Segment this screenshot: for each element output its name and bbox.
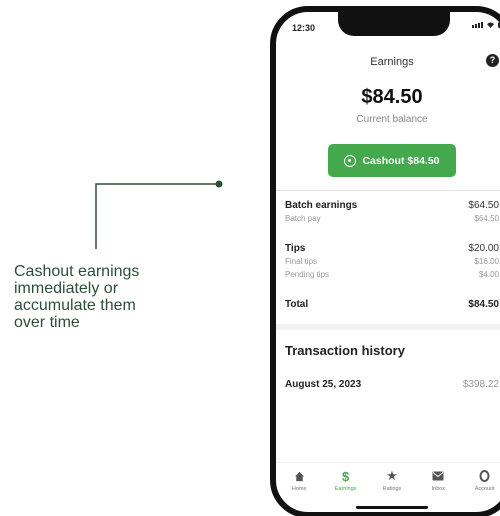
cashout-button-label: Cashout $84.50 [362, 154, 440, 167]
cashout-button[interactable]: Cashout $84.50 [328, 144, 456, 177]
callout-line-3: accumulate them [14, 297, 136, 314]
home-icon [294, 469, 305, 483]
final-tips-value: $16.00 [474, 257, 499, 266]
tab-account[interactable]: Account [465, 463, 500, 502]
batch-earnings-label: Batch earnings [285, 200, 358, 211]
tab-label: Ratings [382, 486, 402, 492]
status-time: 12:30 [292, 23, 316, 33]
status-icons [472, 21, 500, 28]
batch-earnings-value: $64.50 [468, 200, 499, 211]
transaction-history-title: Transaction history [285, 343, 405, 358]
help-icon[interactable]: ? [486, 54, 499, 67]
final-tips-label: Final tips [285, 257, 318, 266]
total-value: $84.50 [468, 299, 499, 310]
phone-frame: 12:30 Earnings ? $84.50 Current balance … [270, 6, 500, 516]
divider [276, 190, 500, 191]
total-label: Total [285, 299, 309, 310]
balance-amount: $84.50 [361, 86, 423, 108]
tab-label: Inbox [431, 486, 446, 492]
page-title: Earnings [370, 56, 414, 68]
home-indicator [356, 506, 428, 509]
account-icon [479, 469, 490, 483]
batch-pay-row: Batch pay $64.50 [285, 214, 499, 223]
callout-line-4: over time [14, 314, 80, 331]
callout-text: Cashout earnings immediately or accumula… [14, 263, 204, 331]
inbox-icon [432, 469, 444, 483]
pending-tips-value: $4.00 [478, 270, 499, 279]
tab-bar: Home $ Earnings ★ Ratings Inbox Account [276, 462, 500, 502]
total-row: Total $84.50 [285, 299, 499, 310]
tab-label: Earnings [334, 486, 357, 492]
tips-label: Tips [285, 243, 306, 254]
tab-ratings[interactable]: ★ Ratings [372, 463, 412, 502]
batch-pay-value: $64.50 [474, 214, 499, 223]
callout-line-2: immediately or [14, 280, 119, 297]
wifi-icon [487, 22, 494, 28]
star-icon: ★ [386, 468, 398, 483]
final-tips-row: Final tips $16.00 [285, 257, 499, 266]
pending-tips-row: Pending tips $4.00 [285, 270, 499, 279]
tips-row: Tips $20.00 [285, 243, 499, 254]
phone-notch [338, 12, 450, 36]
tab-home[interactable]: Home [279, 463, 319, 502]
tab-label: Home [291, 486, 307, 492]
dollar-icon: $ [341, 468, 350, 484]
transaction-date: August 25, 2023 [285, 379, 362, 390]
signal-icon [472, 22, 483, 28]
balance-label: Current balance [356, 114, 428, 125]
pending-tips-label: Pending tips [285, 270, 330, 279]
tab-earnings[interactable]: $ Earnings [326, 463, 366, 502]
tab-label: Account [474, 486, 495, 492]
transaction-amount: $398.22 [462, 379, 499, 390]
transaction-row[interactable]: August 25, 2023 $398.22 [285, 379, 499, 390]
section-separator [276, 324, 500, 330]
callout-line-1: Cashout earnings [14, 263, 140, 280]
batch-earnings-row: Batch earnings $64.50 [285, 200, 499, 211]
batch-pay-label: Batch pay [285, 214, 321, 223]
tab-inbox[interactable]: Inbox [418, 463, 458, 502]
tips-value: $20.00 [468, 243, 499, 254]
cashout-icon [344, 154, 357, 167]
